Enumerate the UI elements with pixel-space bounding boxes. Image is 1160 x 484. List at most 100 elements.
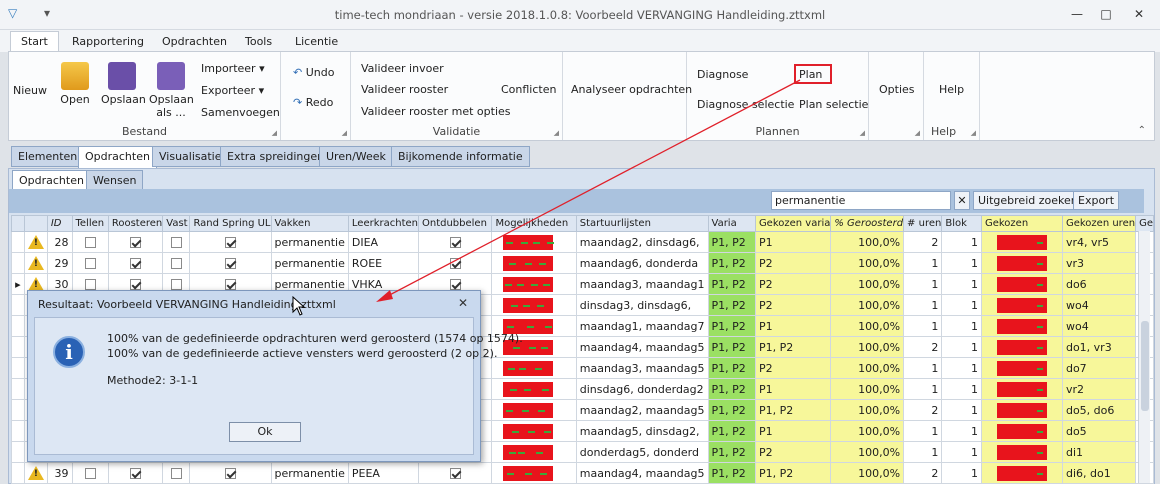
cell-gekozen-varia[interactable]: P1, P2 [754, 336, 832, 358]
col-blok[interactable]: Blok [941, 215, 982, 232]
cell-gekozen-uren[interactable]: vr2 [1061, 378, 1137, 400]
table-row[interactable]: ! 28 permanentie DIEA maandag2, dinsdag6, P1,… [11, 231, 1154, 253]
row-indicator[interactable] [11, 357, 25, 379]
tab-uren-week[interactable]: Uren/Week [319, 146, 393, 167]
tab-start[interactable]: Start [10, 31, 59, 53]
cell-uren[interactable]: 2 [903, 336, 943, 358]
row-indicator[interactable] [11, 294, 25, 316]
row-indicator[interactable] [11, 315, 25, 337]
cell-blok[interactable]: 1 [941, 441, 982, 463]
tab-opdrachten[interactable]: Opdrachten [152, 32, 237, 52]
cell-blok[interactable]: 1 [941, 231, 982, 253]
cell-gekozen-uren[interactable]: do1, vr3 [1061, 336, 1137, 358]
cell-mogelijkheden[interactable] [491, 273, 577, 295]
cell-blok[interactable]: 1 [941, 357, 982, 379]
importeer-menu[interactable]: Importeer ▾ [201, 62, 265, 75]
cell-gekozen-varia[interactable]: P2 [754, 294, 832, 316]
cell-rand-spring-ul[interactable] [189, 231, 272, 253]
cell-pct-geroosterd[interactable]: 100,0% [830, 336, 905, 358]
row-indicator[interactable] [11, 399, 25, 421]
col-ontdubbelen[interactable]: Ontdubbelen [417, 215, 493, 232]
row-indicator[interactable] [11, 462, 25, 484]
vertical-scrollbar[interactable] [1138, 231, 1150, 483]
cell-vast[interactable] [162, 252, 191, 274]
cell-gekozen-uren[interactable]: di6, do1 [1061, 462, 1137, 484]
cell-uren[interactable]: 1 [903, 378, 943, 400]
warning-cell[interactable]: ! [23, 252, 48, 274]
redo-button[interactable]: ↷ Redo [293, 96, 333, 109]
tab-visualisatie[interactable]: Visualisatie [152, 146, 229, 167]
cell-roosteren[interactable] [107, 252, 164, 274]
cell-varia[interactable]: P1, P2 [707, 336, 756, 358]
cell-blok[interactable]: 1 [941, 273, 982, 295]
rand-spring-checkbox[interactable] [224, 468, 236, 479]
cell-blok[interactable]: 1 [941, 399, 982, 421]
vast-checkbox[interactable] [170, 468, 182, 479]
cell-varia[interactable]: P1, P2 [707, 462, 756, 484]
cell-uren[interactable]: 2 [903, 462, 943, 484]
cell-uren[interactable]: 1 [903, 252, 943, 274]
cell-mogelijkheden[interactable] [491, 399, 577, 421]
tab-extra-spreidingen[interactable]: Extra spreidingen [220, 146, 332, 167]
cell-gekozen-uren[interactable]: wo4 [1061, 315, 1137, 337]
cell-startuurlijsten[interactable]: maandag2, maandag5 [575, 399, 709, 421]
samenvoegen-button[interactable]: Samenvoegen [201, 106, 280, 119]
opslaan-als-button[interactable]: Opslaan als ... [149, 62, 194, 119]
cell-pct-geroosterd[interactable]: 100,0% [830, 231, 905, 253]
cell-leerkrachten[interactable]: ROEE [347, 252, 419, 274]
cell-ontdubbelen[interactable] [417, 252, 493, 274]
cell-ontdubbelen[interactable] [417, 462, 493, 484]
row-indicator[interactable] [11, 378, 25, 400]
cell-gekozen[interactable] [980, 357, 1063, 379]
ok-button[interactable]: Ok [229, 422, 301, 442]
col-leerkrachten[interactable]: Leerkrachten [347, 215, 419, 232]
cell-pct-geroosterd[interactable]: 100,0% [830, 273, 905, 295]
cell-roosteren[interactable] [107, 462, 164, 484]
ontdubbelen-checkbox[interactable] [449, 468, 461, 479]
col-roosteren[interactable]: Roosteren [107, 215, 164, 232]
exporteer-menu[interactable]: Exporteer ▾ [201, 84, 264, 97]
valideer-rooster-opties-button[interactable]: Valideer rooster met opties [361, 105, 511, 118]
cell-rand-spring-ul[interactable] [189, 252, 272, 274]
tellen-checkbox[interactable] [84, 237, 96, 248]
cell-id[interactable]: 28 [46, 231, 73, 253]
col-truncated[interactable]: Ge [1135, 215, 1154, 232]
cell-gekozen-varia[interactable]: P1, P2 [754, 399, 832, 421]
cell-gekozen[interactable] [980, 294, 1063, 316]
ontdubbelen-checkbox[interactable] [449, 237, 461, 248]
row-indicator[interactable] [11, 420, 25, 442]
cell-startuurlijsten[interactable]: maandag5, dinsdag2, [575, 420, 709, 442]
col-pct-geroosterd[interactable]: % Geroosterd [830, 215, 905, 232]
dialog-launcher-icon[interactable]: ◢ [860, 129, 865, 137]
clear-search-button[interactable]: ✕ [954, 191, 970, 210]
open-button[interactable]: Open [59, 62, 91, 106]
tellen-checkbox[interactable] [84, 468, 96, 479]
scrollbar-thumb[interactable] [1141, 321, 1149, 411]
cell-mogelijkheden[interactable] [491, 462, 577, 484]
cell-pct-geroosterd[interactable]: 100,0% [830, 294, 905, 316]
cell-gekozen-uren[interactable]: do5, do6 [1061, 399, 1137, 421]
tab-elementen[interactable]: Elementen [11, 146, 85, 167]
close-button[interactable]: ✕ [1126, 4, 1152, 24]
cell-startuurlijsten[interactable]: maandag6, donderda [575, 252, 709, 274]
cell-gekozen[interactable] [980, 378, 1063, 400]
cell-gekozen-uren[interactable]: di1 [1061, 441, 1137, 463]
cell-pct-geroosterd[interactable]: 100,0% [830, 378, 905, 400]
cell-mogelijkheden[interactable] [491, 231, 577, 253]
valideer-rooster-button[interactable]: Valideer rooster [361, 83, 448, 96]
cell-gekozen[interactable] [980, 462, 1063, 484]
cell-varia[interactable]: P1, P2 [707, 357, 756, 379]
col-rand-spring-ul[interactable]: Rand Spring UL [189, 215, 272, 232]
tellen-checkbox[interactable] [84, 258, 96, 269]
ontdubbelen-checkbox[interactable] [449, 279, 461, 290]
dialog-close-button[interactable]: ✕ [458, 296, 468, 310]
search-input[interactable]: permanentie [771, 191, 951, 210]
cell-gekozen-uren[interactable]: do6 [1061, 273, 1137, 295]
cell-leerkrachten[interactable]: PEEA [347, 462, 419, 484]
vast-checkbox[interactable] [170, 279, 182, 290]
cell-mogelijkheden[interactable] [491, 252, 577, 274]
col-gekozen[interactable]: Gekozen [980, 215, 1063, 232]
cell-blok[interactable]: 1 [941, 252, 982, 274]
cell-gekozen-varia[interactable]: P1 [754, 420, 832, 442]
cell-gekozen[interactable] [980, 273, 1063, 295]
